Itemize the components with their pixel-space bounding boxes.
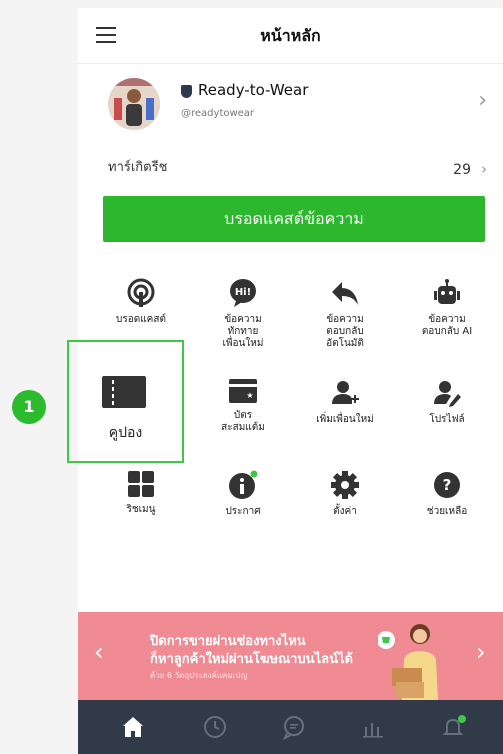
account-handle: @readytowear <box>181 108 255 119</box>
clock-icon[interactable] <box>202 714 228 740</box>
coupon-icon <box>102 376 146 408</box>
menu-label: ข้อความ ตอบกลับ อัตโนมัติ <box>326 314 364 349</box>
chevron-right-icon[interactable]: › <box>476 638 486 666</box>
profile-edit-icon <box>434 381 461 407</box>
add-user-icon <box>332 381 359 404</box>
menu-greeting-message[interactable]: Hi! ข้อความ ทักทาย เพื่อนใหม่ <box>196 278 290 350</box>
broadcast-icon <box>127 278 155 307</box>
menu-settings[interactable]: ตั้งค่า <box>298 470 392 518</box>
chat-icon[interactable] <box>281 714 307 740</box>
home-icon[interactable] <box>120 714 146 740</box>
robot-icon <box>434 279 460 304</box>
menu-profile[interactable]: โปรไฟล์ <box>400 378 494 426</box>
menu-label: โปรไฟล์ <box>429 414 465 425</box>
promo-banner[interactable]: ‹ ปิดการขายผ่านช่องทางไหน ก็หาลูกค้าใหม่… <box>78 612 503 700</box>
menu-help[interactable]: ? ช่วยเหลือ <box>400 470 494 518</box>
chevron-right-icon: › <box>478 88 487 113</box>
info-icon <box>229 470 258 499</box>
stats-icon[interactable] <box>360 714 386 740</box>
account-name: Ready-to-Wear <box>198 81 309 99</box>
menu-label: ข้อความ ตอบกลับ AI <box>421 314 473 337</box>
grid-icon <box>128 471 154 497</box>
menu-label: บรอดแคสต์ <box>116 314 166 325</box>
chevron-right-icon: › <box>481 160 487 178</box>
menu-label: ประกาศ <box>225 506 261 517</box>
help-icon: ? <box>434 472 460 498</box>
gear-icon <box>331 471 359 499</box>
banner-line-3: ด้วย 6 วัตถุประสงค์แคมเปญ <box>150 671 248 680</box>
coupon-highlight-box[interactable]: คูปอง <box>67 340 184 463</box>
bottom-navigation <box>78 700 503 754</box>
menu-add-friends[interactable]: เพิ่มเพื่อนใหม่ <box>298 378 392 426</box>
svg-text:Hi!: Hi! <box>235 287 251 298</box>
menu-reward-card[interactable]: ★ บัตร สะสมแต้ม <box>196 378 290 434</box>
menu-broadcast[interactable]: บรอดแคสต์ <box>94 278 188 326</box>
page-title: หน้าหลัก <box>260 26 321 45</box>
top-bar: หน้าหลัก <box>78 8 503 64</box>
broadcast-message-button[interactable]: บรอดแคสต์ข้อความ <box>103 196 485 242</box>
reward-card-icon: ★ <box>229 379 257 403</box>
coupon-label: คูปอง <box>108 425 143 441</box>
menu-label: ช่วยเหลือ <box>426 506 468 517</box>
menu-auto-reply[interactable]: ข้อความ ตอบกลับ อัตโนมัติ <box>298 278 392 350</box>
menu-label: ข้อความ ทักทาย เพื่อนใหม่ <box>222 314 264 349</box>
account-profile-row[interactable]: Ready-to-Wear @readytowear › <box>78 64 503 144</box>
svg-text:?: ? <box>443 476 452 494</box>
menu-ai-reply[interactable]: ข้อความ ตอบกลับ AI <box>400 278 494 338</box>
target-reach-label: ทาร์เกิตรีช <box>108 160 168 175</box>
menu-label: ริชเมนู <box>126 504 156 515</box>
menu-rich-menu[interactable]: ริชเมนู <box>94 470 188 516</box>
menu-label: ตั้งค่า <box>333 506 357 517</box>
target-reach-row[interactable]: ทาร์เกิตรีช 29 › <box>78 148 503 188</box>
step-number-badge: 1 <box>12 390 46 424</box>
menu-label: เพิ่มเพื่อนใหม่ <box>316 414 374 425</box>
banner-line-2: ก็หาลูกค้าใหม่ผ่านโฆษณาบนไลน์ได้ <box>150 652 353 667</box>
verified-shield-icon <box>181 85 192 98</box>
svg-text:★: ★ <box>246 391 253 400</box>
menu-announcement[interactable]: ประกาศ <box>196 470 290 518</box>
banner-illustration <box>378 624 438 700</box>
speech-hi-icon: Hi! <box>230 279 256 307</box>
avatar <box>108 78 160 130</box>
reply-arrow-icon <box>332 282 358 305</box>
target-reach-count: 29 <box>453 162 471 178</box>
bell-icon[interactable] <box>440 714 466 740</box>
chevron-left-icon[interactable]: ‹ <box>94 638 104 666</box>
menu-label: บัตร สะสมแต้ม <box>221 410 265 433</box>
